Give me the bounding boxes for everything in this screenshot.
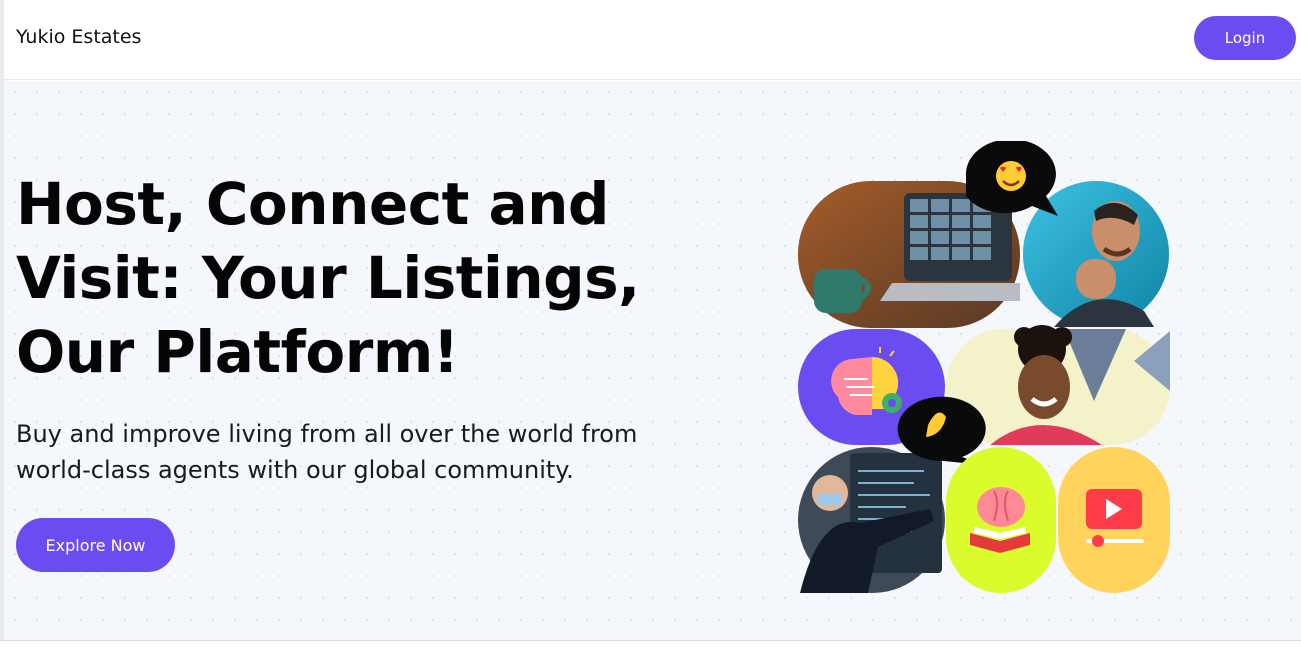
collage-graphic (798, 141, 1170, 593)
image-collage (794, 141, 1174, 596)
video-play-icon (1058, 447, 1170, 593)
page-frame: Yukio Estates Login Host, Connect and Vi… (0, 0, 1301, 647)
hero-subtext: Buy and improve living from all over the… (16, 420, 638, 484)
teacher-whiteboard-photo (798, 447, 945, 593)
explore-now-button[interactable]: Explore Now (16, 518, 175, 572)
brand-logo-text[interactable]: Yukio Estates (16, 26, 141, 48)
login-button[interactable]: Login (1194, 16, 1296, 60)
hero-headline: Host, Connect and Visit: Your Listings, … (16, 170, 640, 386)
hero-section: Host, Connect and Visit: Your Listings, … (4, 81, 1301, 640)
page-bottom-edge (0, 640, 1301, 647)
navbar: Yukio Estates Login (4, 0, 1301, 80)
heart-eyes-emoji (965, 141, 1058, 216)
brain-book-icon (946, 447, 1056, 593)
